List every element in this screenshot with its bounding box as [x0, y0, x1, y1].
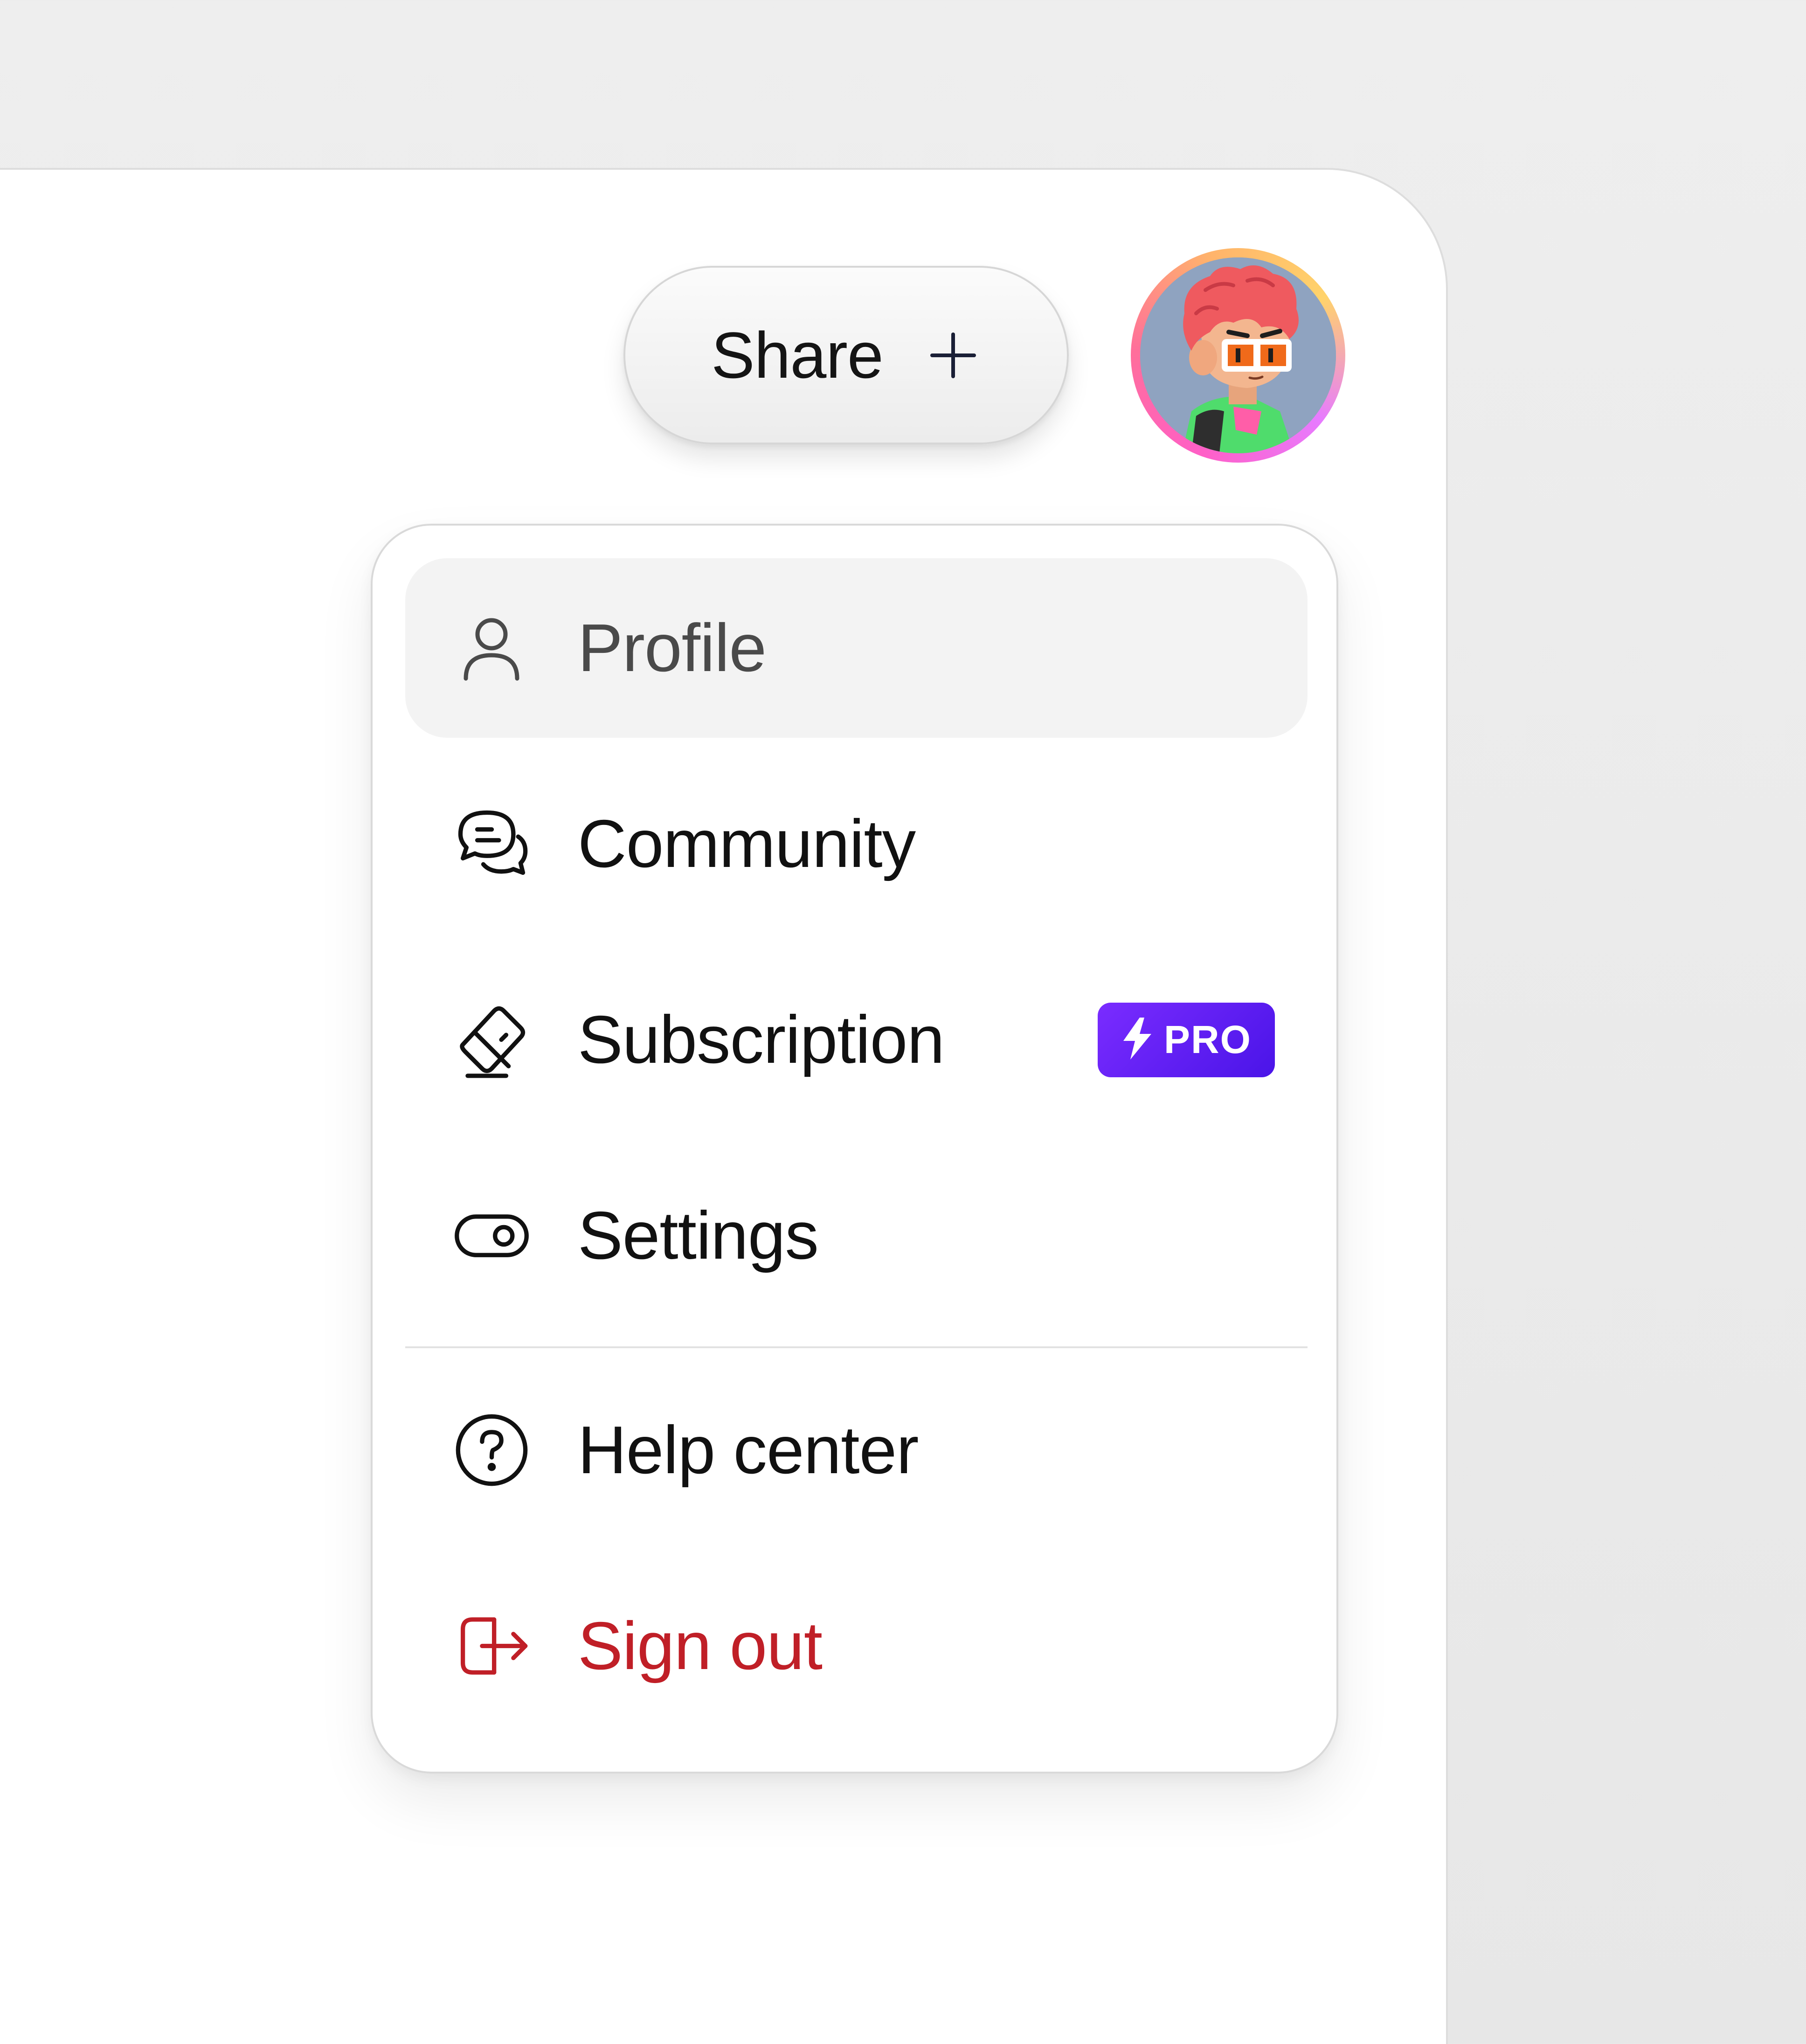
- lightning-icon: [1121, 1018, 1154, 1062]
- menu-item-label: Settings: [578, 1198, 819, 1273]
- share-button-label: Share: [711, 318, 884, 392]
- toggle-icon: [452, 1196, 531, 1275]
- chat-bubbles-icon: [452, 804, 531, 884]
- menu-item-profile[interactable]: Profile: [405, 558, 1308, 738]
- menu-item-label: Subscription: [578, 1002, 945, 1077]
- menu-divider: [405, 1346, 1308, 1348]
- menu-item-label: Help center: [578, 1412, 919, 1488]
- menu-item-subscription[interactable]: Subscription PRO: [405, 950, 1308, 1129]
- menu-item-sign-out[interactable]: Sign out: [405, 1556, 1308, 1736]
- question-circle-icon: [452, 1411, 531, 1490]
- logout-icon: [452, 1607, 531, 1686]
- pro-badge: PRO: [1098, 1002, 1275, 1077]
- plus-icon: [925, 327, 981, 383]
- menu-item-settings[interactable]: Settings: [405, 1146, 1308, 1325]
- card-icon: [452, 1000, 531, 1080]
- menu-item-community[interactable]: Community: [405, 754, 1308, 934]
- account-menu: Profile Community Subscription PRO Setti…: [371, 524, 1338, 1774]
- avatar-illustration: [1140, 257, 1336, 453]
- menu-item-label: Community: [578, 806, 916, 881]
- menu-item-label: Profile: [578, 610, 767, 686]
- menu-item-help-center[interactable]: Help center: [405, 1360, 1308, 1540]
- user-icon: [452, 609, 531, 688]
- share-button[interactable]: Share: [623, 266, 1069, 444]
- user-avatar[interactable]: [1131, 248, 1345, 463]
- menu-item-label: Sign out: [578, 1608, 823, 1684]
- pro-badge-label: PRO: [1163, 1018, 1252, 1061]
